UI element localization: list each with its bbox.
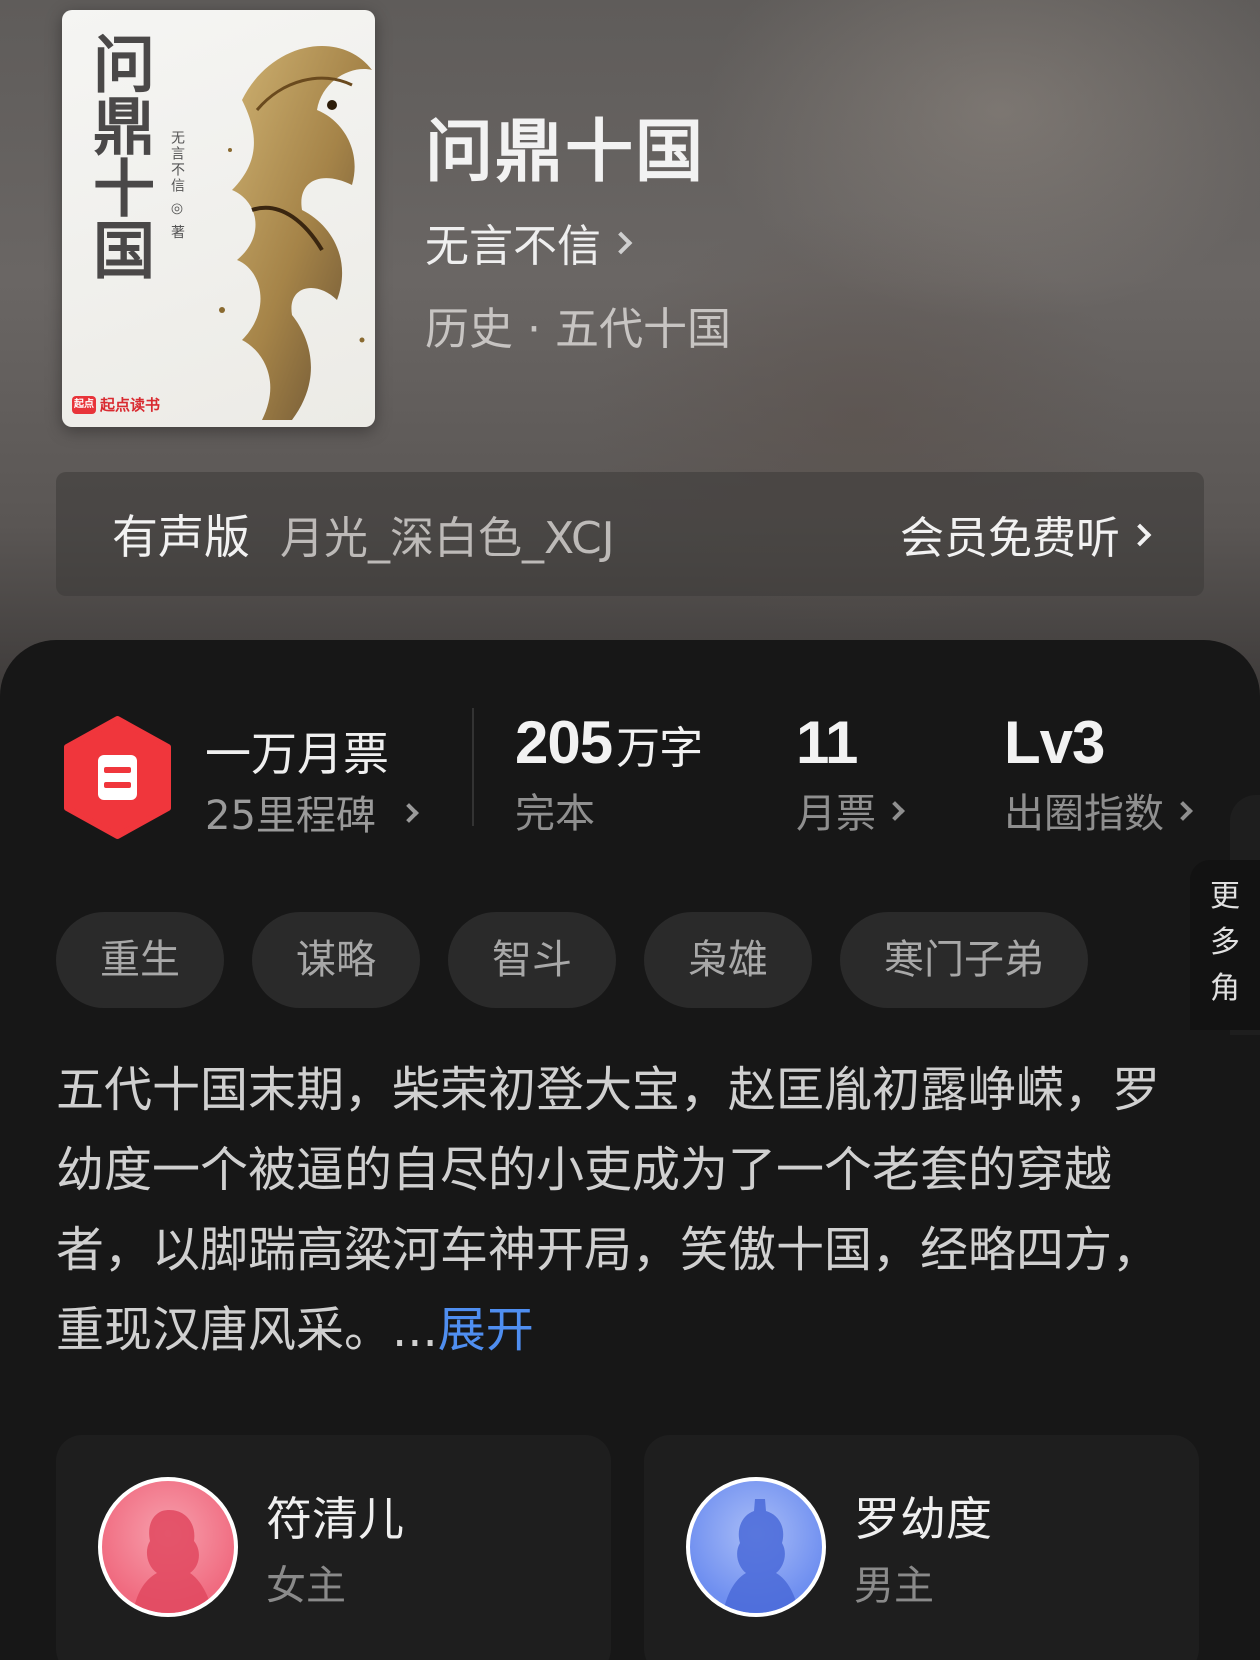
tag-chip[interactable]: 寒门子弟 <box>840 912 1088 1008</box>
synopsis: 五代十国末期，柴荣初登大宝，赵匡胤初露峥嵘，罗幼度一个被逼的自尽的小吏成为了一个… <box>56 1050 1206 1370</box>
tag-chip[interactable]: 重生 <box>56 912 224 1008</box>
female-silhouette-icon <box>133 1510 213 1613</box>
tag-chip[interactable]: 谋略 <box>252 912 420 1008</box>
influence-level-value: Lv3 <box>1004 709 1105 776</box>
influence-index-stat[interactable]: Lv3 出圈指数 <box>1004 708 1193 839</box>
publisher-logo: 起点 起点读书 <box>72 394 160 415</box>
more-characters-button[interactable]: 更 多 角 <box>1190 860 1260 1030</box>
author-name: 无言不信 <box>425 221 601 272</box>
completion-status: 完本 <box>515 791 595 837</box>
book-header: 问鼎十国 无言不信 ◎ 著 起点 起点读书 问鼎十国 无言不信 历史 · 五代十… <box>0 0 1260 700</box>
word-count-value: 205 <box>515 709 613 776</box>
member-free-listen-label: 会员免费听 <box>900 513 1120 564</box>
book-title: 问鼎十国 <box>425 112 706 192</box>
synopsis-text: 五代十国末期，柴荣初登大宝，赵匡胤初露峥嵘，罗幼度一个被逼的自尽的小吏成为了一个… <box>56 1062 1161 1358</box>
cover-author: 无言不信 ◎ 著 <box>169 130 185 241</box>
avatar <box>686 1477 826 1617</box>
dragon-illustration <box>219 45 372 420</box>
book-cover[interactable]: 问鼎十国 无言不信 ◎ 著 起点 起点读书 <box>62 10 375 427</box>
character-list: 符清儿 女主 罗幼度 男主 <box>56 1435 1260 1660</box>
chevron-right-icon <box>399 803 419 823</box>
ticket-milestone-sub: 25里程碑 <box>205 793 376 839</box>
publisher-name: 起点读书 <box>100 396 161 414</box>
monthly-ticket-stat[interactable]: 11 月票 <box>796 708 905 839</box>
more-characters-label: 更 <box>1210 879 1240 914</box>
character-name: 罗幼度 <box>854 1492 992 1546</box>
stats-divider <box>472 708 474 826</box>
chevron-right-icon <box>1128 523 1152 547</box>
character-card[interactable]: 符清儿 女主 <box>56 1435 611 1660</box>
word-count-unit: 万字 <box>616 724 703 773</box>
character-name: 符清儿 <box>266 1492 404 1546</box>
audio-version-bar[interactable]: 有声版 月光_深白色_XCJ 会员免费听 <box>56 472 1204 596</box>
member-free-listen-button[interactable]: 会员免费听 <box>900 502 1152 566</box>
ticket-milestone-link[interactable]: 25里程碑 <box>205 783 419 841</box>
publisher-mark: 起点 <box>72 395 96 414</box>
stats-row: 一万月票 25里程碑 205万字 完本 11 月票 Lv3 出圈指数 <box>0 640 1260 870</box>
chevron-right-icon <box>885 801 905 821</box>
book-genre[interactable]: 历史 · 五代十国 <box>425 293 731 357</box>
monthly-ticket-value: 11 <box>796 709 858 776</box>
character-card[interactable]: 罗幼度 男主 <box>644 1435 1199 1660</box>
influence-index-label: 出圈指数 <box>1004 791 1164 837</box>
audio-narrator: 月光_深白色_XCJ <box>280 513 615 564</box>
character-role: 女主 <box>266 1563 346 1609</box>
character-role: 男主 <box>854 1563 934 1609</box>
more-characters-label: 角 <box>1210 971 1240 1006</box>
monthly-ticket-label: 月票 <box>796 791 876 837</box>
more-characters-label: 多 <box>1210 925 1240 960</box>
author-link[interactable]: 无言不信 <box>425 210 633 274</box>
word-count-stat: 205万字 完本 <box>515 708 703 839</box>
audio-label: 有声版 <box>112 510 250 564</box>
tag-chip[interactable]: 智斗 <box>448 912 616 1008</box>
cover-title: 问鼎十国 <box>82 32 155 280</box>
tag-list: 重生 谋略 智斗 枭雄 寒门子弟 <box>56 912 1088 1008</box>
avatar <box>98 1477 238 1617</box>
ticket-badge-icon[interactable] <box>60 715 175 840</box>
ticket-milestone-title[interactable]: 一万月票 <box>205 718 389 784</box>
chevron-right-icon <box>609 231 633 255</box>
tag-chip[interactable]: 枭雄 <box>644 912 812 1008</box>
expand-link[interactable]: 展开 <box>438 1302 534 1358</box>
book-detail-panel: 一万月票 25里程碑 205万字 完本 11 月票 Lv3 出圈指数 重生 谋略… <box>0 640 1260 1660</box>
male-silhouette-icon <box>723 1499 799 1613</box>
chevron-right-icon <box>1173 801 1193 821</box>
